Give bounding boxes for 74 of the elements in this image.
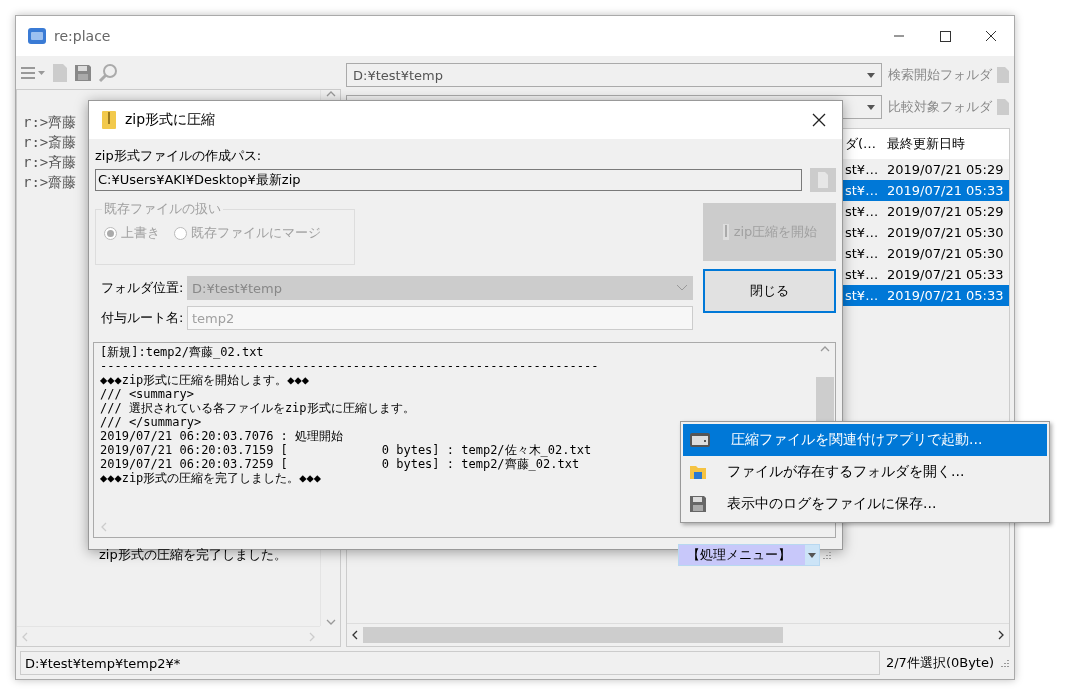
- table-cell-text: 2019/07/21 05:30: [886, 246, 1005, 261]
- column-header[interactable]: 最終更新日時: [879, 135, 1009, 153]
- browse-button[interactable]: [810, 168, 836, 192]
- save-icon: [74, 63, 92, 82]
- status-path: D:¥test¥temp¥temp2¥*: [25, 655, 181, 671]
- log-line: 2019/07/21 06:20:03.7159 [ 0 bytes] : temp2/佐々木_02.txt: [100, 443, 592, 457]
- file-icon: [817, 171, 829, 189]
- search-icon[interactable]: [98, 62, 118, 83]
- file-icon: [996, 98, 1010, 116]
- log-line: /// 選択されている各ファイルをzip形式に圧縮します。: [100, 401, 415, 415]
- field-label: フォルダ位置:: [101, 279, 181, 297]
- box-icon: [689, 432, 711, 448]
- table-cell: st¥…: [845, 162, 879, 177]
- scroll-up-icon[interactable]: [325, 90, 336, 98]
- chevron-down-icon: [676, 284, 688, 292]
- pattern-line: r:>齋藤: [23, 173, 77, 192]
- table-cell: st¥…: [845, 246, 879, 261]
- menu-item[interactable]: 表示中のログをファイルに保存...: [683, 488, 1047, 520]
- zip-folder-icon: [101, 110, 117, 130]
- group-title: 既存ファイルの扱い: [102, 200, 223, 218]
- dialog-title: zip形式に圧縮: [125, 111, 217, 129]
- caret-icon: [808, 552, 816, 558]
- table-cell-text: 2019/07/21 05:33: [886, 183, 1005, 198]
- table-cell-text: 2019/07/21 05:33: [886, 267, 1005, 282]
- log-line: ◆◆◆zip形式の圧縮を完了しました。◆◆◆: [100, 471, 322, 485]
- caret-icon: [867, 104, 875, 110]
- log-line: 2019/07/21 06:20:03.7259 [ 0 bytes] : temp2/齊藤_02.txt: [100, 457, 580, 471]
- table-cell: st¥…: [845, 204, 879, 219]
- menu-item[interactable]: ファイルが存在するフォルダを開く...: [683, 456, 1047, 488]
- table-cell-text: 2019/07/21 05:30: [886, 225, 1005, 240]
- folder-path: D:¥test¥temp: [353, 67, 443, 83]
- log-line: [新規]:temp2/齊藤_02.txt: [100, 345, 264, 359]
- process-menu-button[interactable]: 【処理メニュー】: [678, 544, 820, 566]
- size-grip-icon: [822, 550, 832, 560]
- field-label: 付与ルート名:: [101, 309, 181, 327]
- scrollbar-thumb[interactable]: [816, 377, 834, 423]
- save-icon: [689, 495, 707, 513]
- scroll-left-icon[interactable]: [351, 630, 359, 640]
- app-icon: [28, 28, 46, 44]
- menu-icon[interactable]: [20, 64, 46, 81]
- column-header[interactable]: ダ(…: [845, 135, 879, 153]
- folder-icon: [689, 464, 707, 480]
- scroll-down-icon[interactable]: [325, 618, 336, 626]
- file-icon: [996, 66, 1010, 84]
- scrollbar-thumb[interactable]: [363, 627, 783, 643]
- menu-item[interactable]: 圧縮ファイルを関連付けアプリで起動...: [683, 424, 1047, 456]
- selection-count: 2/7件選択(0Byte): [885, 654, 994, 672]
- scroll-up-icon[interactable]: [820, 345, 830, 353]
- table-cell-text: 2019/07/21 05:29: [886, 204, 1005, 219]
- size-grip-icon: [1000, 658, 1010, 668]
- window-title: re:place: [54, 28, 112, 44]
- zipper-icon: [721, 223, 730, 241]
- table-cell-text: 2019/07/21 05:33: [886, 288, 1005, 303]
- pattern-line: r:>斉藤: [23, 153, 77, 172]
- path-field[interactable]: C:¥Users¥AKI¥Desktop¥最新zip: [95, 169, 802, 191]
- pattern-line: r:>齊藤: [23, 113, 77, 132]
- caret-icon: [867, 72, 875, 78]
- close-button[interactable]: 閉じる: [703, 269, 836, 313]
- file-icon[interactable]: [52, 62, 68, 83]
- table-cell: st¥…: [845, 267, 879, 282]
- table-cell: st¥…: [845, 288, 879, 303]
- dialog-status: zip形式の圧縮を完了しました。: [99, 546, 287, 564]
- folder-combo[interactable]: D:¥test¥temp: [346, 63, 882, 87]
- table-cell: st¥…: [845, 183, 879, 198]
- log-line: ◆◆◆zip形式に圧縮を開始します。◆◆◆: [100, 373, 310, 387]
- table-cell: st¥…: [845, 225, 879, 240]
- log-line: /// <summary>: [100, 387, 194, 401]
- log-line: 2019/07/21 06:20:03.7076 : 処理開始: [100, 429, 344, 443]
- scroll-right-icon[interactable]: [997, 630, 1005, 640]
- pattern-line: r:>斎藤: [23, 133, 77, 152]
- table-cell-text: 2019/07/21 05:29: [886, 162, 1005, 177]
- log-line: ---------------------------------------------------------------------: [100, 359, 599, 373]
- log-line: /// </summary>: [100, 415, 202, 429]
- field-label: zip形式ファイルの作成パス:: [95, 147, 263, 165]
